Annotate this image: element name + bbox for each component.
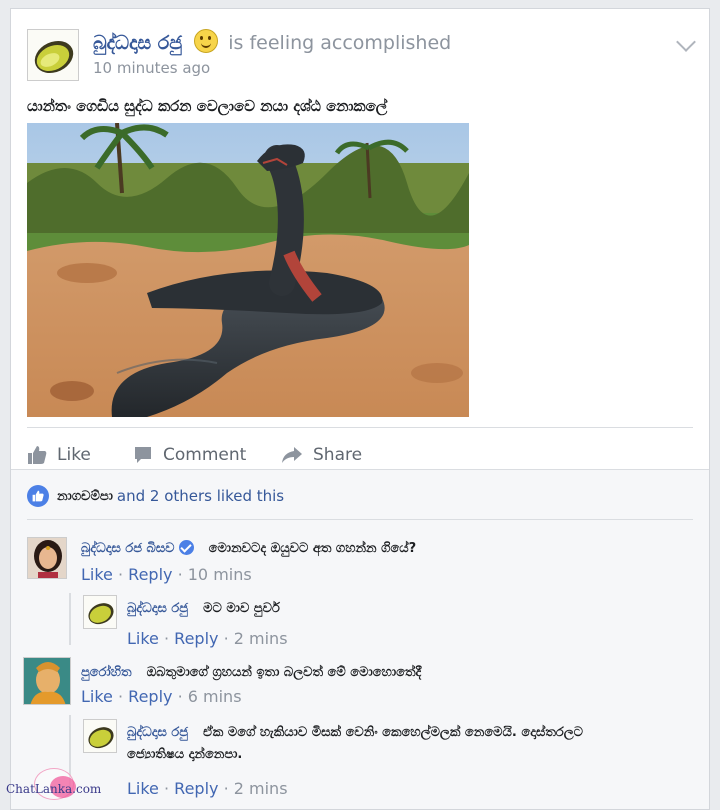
comment-reply-link[interactable]: Reply [128,565,172,584]
reply-meta: Like · Reply · 2 mins [127,779,288,798]
author-name[interactable]: බුද්ධදාස රජු [93,32,182,54]
like-button[interactable]: Like [27,437,91,473]
author-avatar-image [28,30,78,80]
comment-button[interactable]: Comment [133,437,246,473]
post-text: යාන්තං ගෙඩිය සුද්ධ කරන වෙලාවෙ නයා දශ්ඨ න… [27,97,388,115]
comment-body: බුද්ධදාස රජ බිසව මොනවටද ඔයුවට අත ගහන්න ග… [81,537,416,556]
reply-body: බුද්ධදාස රජු ඒක මගේ හැකියාව මිසක් වෙනිං … [127,721,583,740]
post-photo[interactable] [27,123,469,417]
queen-avatar-image [28,538,66,578]
priest-avatar-image [24,658,70,704]
reply-reply-link[interactable]: Reply [174,629,218,648]
first-liker-name[interactable]: නාගචම්පා [57,489,113,504]
chevron-down-icon[interactable] [676,32,696,52]
comment-time[interactable]: 6 mins [188,687,242,706]
post-card: බුද්ධදාස රජු is feeling accomplished 10 … [10,8,710,810]
comment-text: ඔබතුමාගේ ග්‍රහයන් ඉතා බලවත් මේ මොහොතේදී [146,665,422,680]
comment-text: මොනවටද ඔයුවට අත ගහන්න ගියේ? [208,541,417,556]
watermark-text: ChatLanka.com [6,782,102,796]
reply-text: ඒක මගේ හැකියාව මිසක් වෙනිං කෙහෙල්මලක් නෙ… [203,725,583,740]
author-avatar[interactable] [27,29,79,81]
post-timestamp[interactable]: 10 minutes ago [93,59,210,77]
reply-meta: Like · Reply · 2 mins [127,629,288,648]
comment-meta: Like · Reply · 10 mins [81,565,252,584]
like-label: Like [57,445,91,465]
comment-like-link[interactable]: Like [81,565,113,584]
comment-author[interactable]: පුරෝහිත [81,665,132,680]
reply-body: බුද්ධදාස රජු මට මාව පුවර් [127,597,280,616]
like-badge-icon [27,485,49,507]
reply-avatar-image [84,596,116,628]
verified-badge-icon [178,540,194,555]
share-button[interactable]: Share [281,437,362,473]
author-line: බුද්ධදාස රජු is feeling accomplished [93,29,451,54]
reply-avatar[interactable] [83,719,117,753]
comment-body: පුරෝහිත ඔබතුමාගේ ග්‍රහයන් ඉතා බලවත් මේ ම… [81,661,421,680]
commenter-avatar[interactable] [23,657,71,705]
share-label: Share [313,445,363,465]
accomplished-emoji-icon [194,29,219,53]
comment-label: Comment [163,445,247,465]
reply-author[interactable]: බුද්ධදාස රජු [127,601,188,616]
reply-time[interactable]: 2 mins [234,779,288,798]
watermark: ChatLanka.com [6,768,126,808]
reply-text-continued: ජ්‍යොතිෂය දාන්නෙපා. [127,747,243,762]
comment-reply-link[interactable]: Reply [128,687,172,706]
reply-like-link[interactable]: Like [127,629,159,648]
reply-thread-line [69,593,71,645]
comment-meta: Like · Reply · 6 mins [81,687,242,706]
actions-divider [27,427,693,428]
reply-time[interactable]: 2 mins [234,629,288,648]
cobra-photo [27,123,469,417]
reply-reply-link[interactable]: Reply [174,779,218,798]
thumbs-up-icon [28,446,47,464]
comment-icon [135,447,151,463]
comment-time[interactable]: 10 mins [188,565,252,584]
reply-avatar-image [84,720,116,752]
reply-like-link[interactable]: Like [127,779,159,798]
share-arrow-icon [282,447,302,463]
likes-rest-text[interactable]: and 2 others liked this [117,487,284,505]
likes-summary[interactable]: නාගචම්පා and 2 others liked this [27,485,284,507]
commenter-avatar[interactable] [27,537,67,579]
likes-divider [27,519,693,520]
comment-like-link[interactable]: Like [81,687,113,706]
reply-body-line2: ජ්‍යොතිෂය දාන්නෙපා. [127,743,242,762]
post-header: බුද්ධදාස රජු is feeling accomplished 10 … [27,29,696,81]
feeling-text: is feeling accomplished [228,32,452,54]
comment-author[interactable]: බුද්ධදාස රජ බිසව [81,541,175,556]
reply-avatar[interactable] [83,595,117,629]
reply-text: මට මාව පුවර් [203,601,280,616]
comments-section [11,469,709,809]
post-actions: Like Comment Share [27,437,527,473]
reply-author[interactable]: බුද්ධදාස රජු [127,725,188,740]
